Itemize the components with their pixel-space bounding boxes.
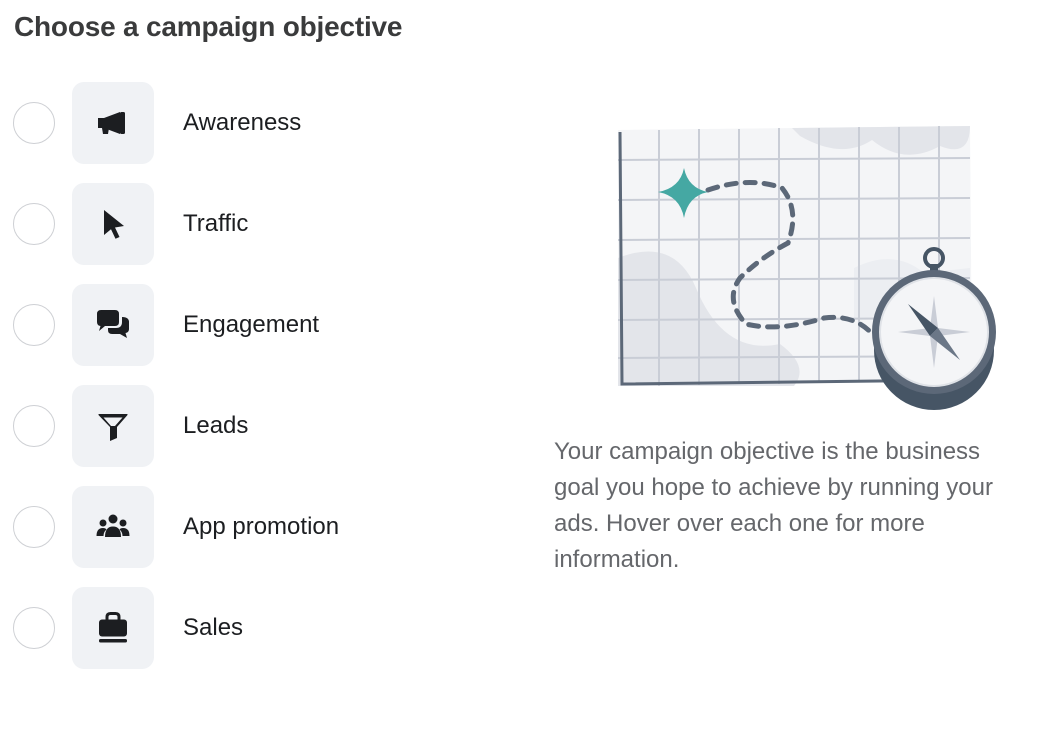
objective-label: App promotion xyxy=(183,513,340,540)
objective-label: Traffic xyxy=(183,210,249,237)
objective-option-leads[interactable]: Leads xyxy=(0,385,500,469)
people-group-icon xyxy=(72,486,154,568)
objective-label: Leads xyxy=(183,412,249,439)
funnel-icon xyxy=(72,385,154,467)
objective-option-engagement[interactable]: Engagement xyxy=(0,284,500,368)
objective-option-app-promotion[interactable]: App promotion xyxy=(0,486,500,570)
leads-radio[interactable] xyxy=(13,405,55,447)
megaphone-icon xyxy=(72,82,154,164)
cursor-icon xyxy=(72,183,154,265)
objective-list: Awareness Traffic Engagement Leads App p… xyxy=(0,0,520,742)
objective-option-traffic[interactable]: Traffic xyxy=(0,183,500,267)
objective-option-awareness[interactable]: Awareness xyxy=(0,82,500,166)
treasure-map-compass-icon xyxy=(604,118,1004,418)
sales-radio[interactable] xyxy=(13,607,55,649)
awareness-radio[interactable] xyxy=(13,102,55,144)
shopping-bag-icon xyxy=(72,587,154,669)
traffic-radio[interactable] xyxy=(13,203,55,245)
objective-option-sales[interactable]: Sales xyxy=(0,587,500,671)
objective-label: Sales xyxy=(183,614,244,641)
objective-label: Engagement xyxy=(183,311,320,338)
chat-bubbles-icon xyxy=(72,284,154,366)
objective-label: Awareness xyxy=(183,109,302,136)
app-promotion-radio[interactable] xyxy=(13,506,55,548)
engagement-radio[interactable] xyxy=(13,304,55,346)
objective-description: Your campaign objective is the business … xyxy=(554,438,993,573)
